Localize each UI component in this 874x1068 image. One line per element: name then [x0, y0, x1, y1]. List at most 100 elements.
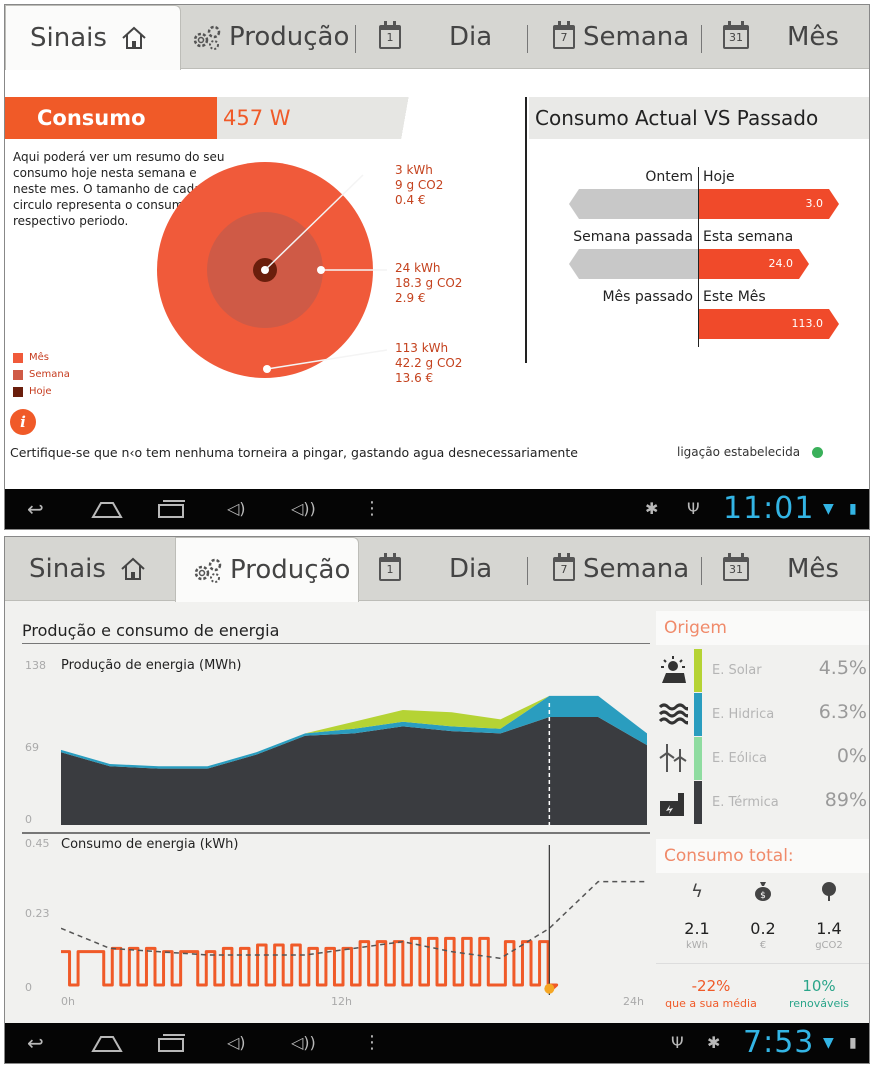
- consumption-line-chart: [61, 845, 647, 995]
- summary-media: -22% que a sua média: [659, 977, 763, 1010]
- source-pct: 4.5%: [818, 657, 867, 679]
- consumo-actual-value: 457 W: [223, 106, 291, 130]
- total-unit: gCO2: [815, 940, 843, 951]
- source-name: E. Térmica: [712, 795, 779, 810]
- bar-ontem: [569, 189, 698, 219]
- source-row-hidrica: E. Hidrica 6.3%: [656, 693, 869, 736]
- tab-producao-label: Produção: [230, 555, 351, 585]
- prod-tick-max: 138: [25, 659, 46, 672]
- tab-separator: [701, 25, 702, 53]
- source-pct: 89%: [824, 789, 867, 811]
- label-hoje: Hoje: [703, 169, 735, 185]
- dashboard-screen-sinais: Sinais Produção 1 Dia 7 Semana 31 Mês Co…: [4, 4, 870, 530]
- prod-tick-mid: 69: [25, 741, 39, 754]
- chart-title: Produção e consumo de energia: [22, 621, 280, 640]
- source-pct: 0%: [836, 745, 867, 767]
- tab-producao[interactable]: Produção: [191, 5, 351, 69]
- tab-bar: Sinais Produção 1 Dia 7 Semana 31 Mês: [5, 5, 869, 70]
- legend-label: Mês: [29, 352, 49, 363]
- source-color-bar: [694, 737, 702, 780]
- tab-mes[interactable]: 31 Mês: [723, 5, 869, 69]
- total-unit: kWh: [685, 940, 709, 951]
- calendar-day-icon: 1: [379, 21, 401, 49]
- home-nav-icon[interactable]: [91, 499, 123, 519]
- back-icon[interactable]: ↩: [27, 1031, 44, 1055]
- total-cost: $ 0.2 €: [733, 881, 793, 951]
- legend-swatch: [13, 386, 23, 397]
- tab-bar: Sinais Produção 1 Dia 7 Semana 31 Mês: [5, 537, 869, 602]
- usb-icon: Ψ: [671, 1033, 684, 1052]
- vs-title: Consumo Actual VS Passado: [529, 97, 869, 139]
- total-value: 2.1: [684, 919, 710, 938]
- gears-icon: [193, 25, 221, 50]
- semana-eur: 2.9 €: [395, 291, 426, 305]
- volume-down-icon[interactable]: ◁): [227, 497, 246, 521]
- menu-icon[interactable]: ⋮: [363, 497, 381, 521]
- semana-kwh: 24 kWh: [395, 261, 441, 275]
- status-clock: 11:01: [723, 491, 815, 526]
- recent-apps-icon[interactable]: [157, 499, 187, 519]
- recent-apps-icon[interactable]: [157, 1033, 187, 1053]
- label-esta-semana: Esta semana: [703, 229, 794, 245]
- tab-semana[interactable]: 7 Semana: [553, 5, 703, 69]
- calendar-week-icon: 7: [553, 553, 575, 581]
- volume-up-icon[interactable]: ◁)): [291, 497, 316, 521]
- tab-producao-label: Produção: [229, 22, 350, 52]
- tab-dia[interactable]: 1 Dia: [379, 5, 519, 69]
- tab-separator: [355, 25, 356, 53]
- calendar-week-icon: 7: [553, 21, 575, 49]
- tab-separator: [527, 25, 528, 53]
- tab-semana[interactable]: 7 Semana: [553, 537, 703, 601]
- hoje-kwh: 3 kWh: [395, 163, 433, 177]
- leader-dot-mes: [263, 365, 271, 373]
- total-value: 0.2: [750, 919, 776, 938]
- media-pct: -22%: [691, 977, 731, 995]
- cons-tick-max: 0.45: [25, 837, 50, 850]
- chart-title-underline: [22, 643, 650, 644]
- home-nav-icon[interactable]: [91, 1033, 123, 1053]
- connection-status-dot: [812, 446, 824, 458]
- info-icon[interactable]: i: [10, 409, 36, 435]
- tab-sinais[interactable]: Sinais: [5, 537, 175, 601]
- current-value-dot: [544, 983, 555, 994]
- menu-icon[interactable]: ⋮: [363, 1031, 381, 1055]
- vs-center-line: [698, 167, 699, 347]
- source-name: E. Hidrica: [712, 707, 775, 722]
- origem-header: Origem: [656, 611, 869, 645]
- connection-status-label: ligação estabelecida: [677, 445, 801, 459]
- tab-dia[interactable]: 1 Dia: [379, 537, 519, 601]
- leader-dot-semana: [317, 266, 325, 274]
- consumo-actual-label: Consumo Actual:: [5, 97, 217, 172]
- total-value: 1.4: [816, 919, 842, 938]
- renov-pct: 10%: [802, 977, 836, 995]
- realtime-consumption-line: [61, 936, 559, 993]
- tab-sinais-label: Sinais: [29, 554, 106, 584]
- back-icon[interactable]: ↩: [27, 497, 44, 521]
- source-pct: 6.3%: [818, 701, 867, 723]
- mes-eur: 13.6 €: [395, 371, 434, 385]
- tab-sinais[interactable]: Sinais: [5, 5, 181, 70]
- lightning-icon: ϟ: [691, 881, 703, 902]
- battery-icon: ▮: [849, 1035, 857, 1051]
- tab-mes[interactable]: 31 Mês: [723, 537, 869, 601]
- mes-stats: 113 kWh 42.2 g CO2 13.6 €: [395, 341, 462, 386]
- connection-status: ligação estabelecida: [677, 445, 824, 459]
- volume-down-icon[interactable]: ◁): [227, 1031, 246, 1055]
- source-name: E. Eólica: [712, 751, 767, 766]
- tab-producao[interactable]: Produção: [175, 537, 359, 602]
- tab-dia-label: Dia: [449, 22, 493, 52]
- battery-icon: ▮: [849, 501, 857, 517]
- wind-turbine-icon: [659, 744, 687, 772]
- gears-icon: [194, 558, 222, 583]
- consumo-total-header: Consumo total:: [656, 839, 869, 873]
- volume-up-icon[interactable]: ◁)): [291, 1031, 316, 1055]
- renov-label: renováveis: [788, 997, 850, 1010]
- x-tick-24h: 24h: [623, 995, 644, 1008]
- factory-icon: [660, 793, 684, 816]
- bar-esta-semana: 24.0: [699, 249, 809, 279]
- legend-label: Semana: [29, 369, 70, 380]
- tree-icon: [799, 881, 859, 905]
- section-divider: [525, 97, 527, 363]
- tab-semana-label: Semana: [583, 554, 690, 584]
- android-debug-icon: ✱: [707, 1033, 721, 1052]
